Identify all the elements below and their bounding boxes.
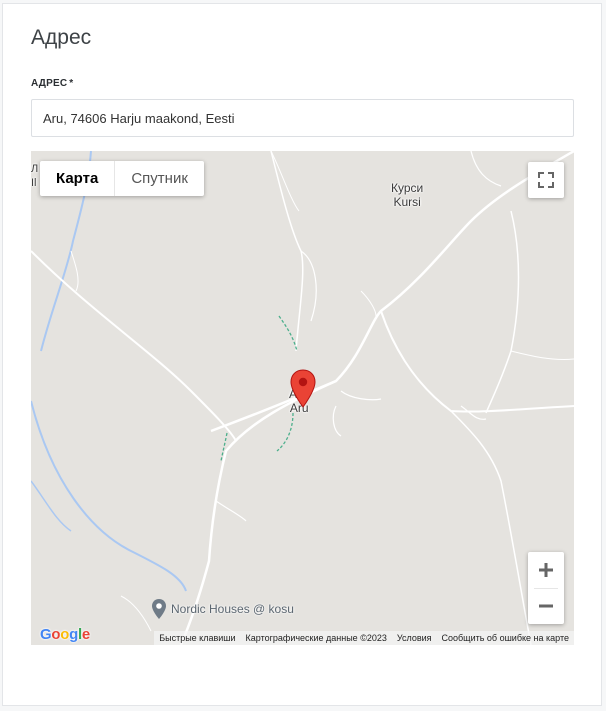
place-label-kursi-et: Kursi bbox=[393, 195, 421, 209]
place-label-edge-line1: Л bbox=[31, 163, 39, 175]
zoom-out-button[interactable] bbox=[528, 588, 564, 624]
address-card: Адрес АДРЕС * Aru, 74606 Harju maakond, … bbox=[2, 3, 602, 706]
terms-link[interactable]: Условия bbox=[392, 633, 437, 643]
zoom-in-button[interactable] bbox=[528, 552, 564, 588]
plus-icon bbox=[539, 563, 553, 577]
poi-label[interactable]: Nordic Houses @ kosu bbox=[171, 602, 294, 616]
address-input[interactable] bbox=[31, 99, 574, 137]
fullscreen-button[interactable] bbox=[528, 162, 564, 198]
address-label-text: АДРЕС bbox=[31, 78, 68, 89]
report-error-link[interactable]: Сообщить об ошибке на карте bbox=[437, 633, 574, 643]
map-data-text: Картографические данные ©2023 bbox=[245, 633, 387, 643]
required-mark: * bbox=[69, 78, 74, 89]
map-type-satellite-button[interactable]: Спутник bbox=[115, 161, 204, 196]
place-label-edge: Л Il bbox=[31, 162, 38, 190]
map-attribution: Быстрые клавиши Картографические данные … bbox=[154, 631, 574, 645]
google-logo[interactable]: Google bbox=[40, 626, 90, 643]
address-label: АДРЕС * bbox=[31, 78, 73, 89]
keyboard-shortcuts-link[interactable]: Быстрые клавиши bbox=[154, 633, 240, 643]
map-type-control: Карта Спутник bbox=[40, 161, 204, 196]
place-label-kursi-ru: Курси bbox=[391, 181, 424, 195]
place-label-edge-line2: Il bbox=[31, 177, 37, 189]
zoom-control bbox=[528, 552, 564, 624]
map-type-map-button[interactable]: Карта bbox=[40, 161, 114, 196]
location-marker-icon[interactable] bbox=[290, 369, 316, 409]
minus-icon bbox=[539, 604, 553, 608]
fullscreen-icon bbox=[538, 172, 554, 188]
map-pin-icon[interactable] bbox=[151, 598, 167, 620]
section-title: Адрес bbox=[31, 26, 92, 49]
map[interactable]: Курси Kursi Ару Aru Л Il Nordic Houses @… bbox=[31, 151, 574, 645]
place-label-kursi: Курси Kursi bbox=[391, 181, 423, 209]
